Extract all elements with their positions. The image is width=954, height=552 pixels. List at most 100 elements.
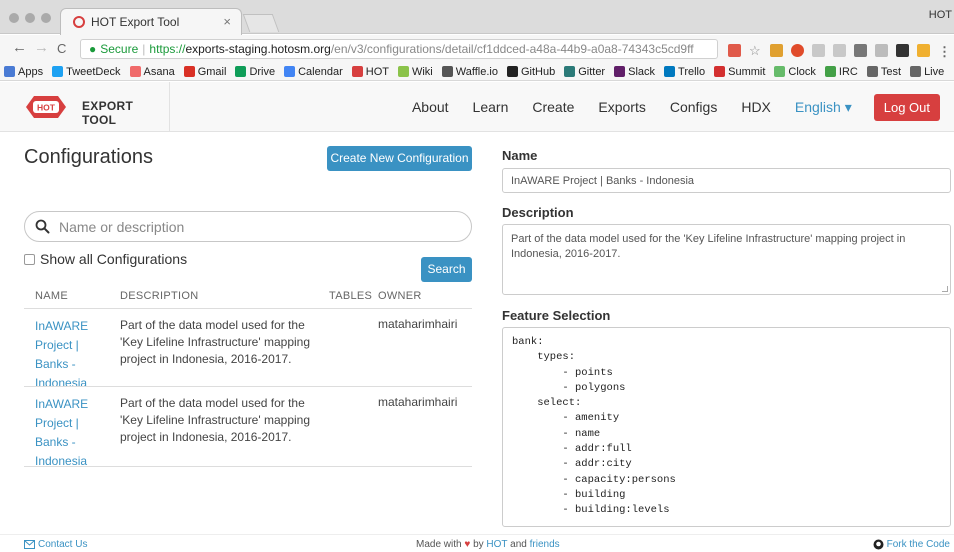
menu-kebab-icon[interactable]: ⋮ [938, 44, 951, 59]
bookmark-item[interactable]: Asana [129, 66, 175, 78]
bookmark-label: Clock [788, 65, 816, 78]
browser-profile-name[interactable]: HOT [929, 9, 952, 21]
url-bar[interactable]: ● Secure | https://exports-staging.hotosm.o… [80, 39, 718, 59]
config-name-link[interactable]: InAWARE Project | Banks - Indonesia [35, 317, 105, 393]
bookmark-label: Trello [678, 65, 706, 78]
url-separator: | [142, 42, 146, 56]
extension-icon[interactable] [896, 43, 909, 57]
by-text: by [473, 539, 484, 550]
table-row[interactable]: InAWARE Project | Banks - Indonesia Part… [24, 386, 472, 468]
bookmark-item[interactable]: Test [866, 65, 902, 78]
bookmark-item[interactable]: Gitter [564, 66, 605, 78]
config-owner: mataharimhairi [378, 395, 458, 409]
bookmark-label: Wiki [411, 65, 433, 78]
app-navbar: HOT EXPORT TOOL About Learn Create Expor… [0, 82, 954, 132]
resize-handle-icon[interactable] [942, 286, 948, 292]
show-all-toggle[interactable]: Show all Configurations [24, 251, 187, 267]
bookmark-item[interactable]: TweetDeck [52, 65, 121, 78]
nav-configs[interactable]: Configs [670, 99, 717, 115]
description-label: Description [502, 205, 574, 220]
hot-link[interactable]: HOT [486, 539, 507, 550]
extension-icon[interactable] [770, 43, 783, 57]
column-header-description: DESCRIPTION [120, 290, 199, 302]
table-row[interactable]: InAWARE Project | Banks - Indonesia Part… [24, 308, 472, 390]
new-tab-button[interactable] [242, 14, 280, 32]
extension-icon[interactable] [875, 43, 888, 57]
bookmark-item[interactable]: Summit [714, 66, 765, 78]
code-line: select: [512, 397, 582, 410]
feature-selection-editor[interactable]: bank: types: - points - polygons select:… [502, 327, 951, 527]
bookmark-item[interactable]: Live [910, 66, 944, 78]
bookmark-icon [441, 66, 453, 77]
extension-icon[interactable] [833, 43, 846, 57]
show-all-checkbox[interactable] [24, 253, 35, 265]
bookmark-item[interactable]: Apps [4, 66, 43, 78]
window-zoom-dot[interactable] [41, 13, 51, 23]
nav-learn[interactable]: Learn [473, 99, 509, 115]
contact-us-link[interactable]: Contact Us [38, 539, 87, 550]
window-close-dot[interactable] [9, 13, 19, 23]
config-name-link[interactable]: InAWARE Project | Banks - Indonesia [35, 395, 105, 471]
reload-icon[interactable]: C [57, 41, 66, 56]
friends-link[interactable]: friends [530, 539, 560, 550]
made-with-credit: Made with ♥ by HOT and friends [416, 539, 560, 550]
bookmark-item[interactable]: Trello [664, 66, 705, 78]
search-button[interactable]: Search [421, 257, 472, 282]
description-field[interactable]: Part of the data model used for the 'Key… [502, 224, 951, 295]
window-minimize-dot[interactable] [25, 13, 35, 23]
extension-icon[interactable] [917, 43, 930, 57]
code-line: - polygons [512, 381, 626, 394]
bookmark-star-icon[interactable]: ☆ [749, 44, 762, 57]
name-field[interactable]: InAWARE Project | Banks - Indonesia [502, 168, 951, 193]
extension-icon[interactable] [728, 43, 741, 57]
bookmark-item[interactable]: Drive [235, 66, 275, 78]
column-header-name: NAME [35, 290, 68, 302]
bookmark-item[interactable]: GitHub [506, 66, 555, 78]
bookmark-item[interactable]: HOT [351, 66, 389, 78]
bookmark-label: Slack [628, 65, 656, 78]
page-title: Configurations [24, 146, 153, 168]
nav-exports[interactable]: Exports [598, 99, 645, 115]
tab-close-icon[interactable]: × [223, 14, 231, 29]
search-input[interactable] [59, 217, 459, 237]
bookmark-label: Calendar [298, 65, 343, 78]
browser-tab[interactable]: HOT Export Tool × [60, 8, 242, 35]
bookmark-icon [774, 66, 786, 77]
back-arrow-icon[interactable]: ← [12, 39, 27, 56]
fork-link[interactable]: Fork the Code [873, 539, 950, 550]
bookmark-item[interactable]: Wiki [397, 65, 433, 78]
bookmark-item[interactable]: Slack [614, 66, 655, 78]
search-icon [35, 219, 50, 234]
bookmark-icon [4, 66, 15, 77]
brand[interactable]: HOT EXPORT TOOL [0, 82, 170, 132]
fork-the-code-link[interactable]: Fork the Code [887, 539, 950, 550]
bookmark-icon [614, 66, 626, 77]
bookmark-label: TweetDeck [66, 65, 121, 78]
bookmark-item[interactable]: Gmail [183, 66, 226, 78]
bookmark-label: Waffle.io [455, 65, 498, 78]
extension-icons: ☆ ⋮ [728, 43, 951, 59]
nav-hdx[interactable]: HDX [741, 99, 771, 115]
contact-link[interactable]: Contact Us [24, 539, 87, 550]
bookmark-icon [506, 66, 518, 77]
nav-about[interactable]: About [412, 99, 449, 115]
bookmark-item[interactable]: IRC [824, 66, 858, 78]
code-line: - building:levels [512, 504, 670, 517]
bookmark-icon [235, 66, 247, 77]
nav-create[interactable]: Create [532, 99, 574, 115]
bookmark-icon [52, 66, 64, 77]
github-icon [873, 539, 884, 550]
logout-button[interactable]: Log Out [873, 93, 940, 121]
extension-icon[interactable] [812, 43, 825, 57]
bookmark-label: Test [880, 65, 902, 78]
extension-icon[interactable] [854, 43, 867, 57]
bookmark-item[interactable]: Clock [774, 66, 816, 78]
bookmark-item[interactable]: Calendar [284, 66, 343, 78]
bookmark-item[interactable]: Waffle.io [441, 65, 498, 78]
create-configuration-button[interactable]: Create New Configuration [327, 146, 472, 171]
forward-arrow-icon[interactable]: → [34, 39, 49, 56]
url-path: /en/v3/configurations/detail/cf1ddced-a4… [330, 42, 694, 56]
envelope-icon [24, 540, 35, 549]
language-dropdown[interactable]: English ▾ [795, 99, 852, 116]
opera-icon[interactable] [791, 43, 804, 57]
